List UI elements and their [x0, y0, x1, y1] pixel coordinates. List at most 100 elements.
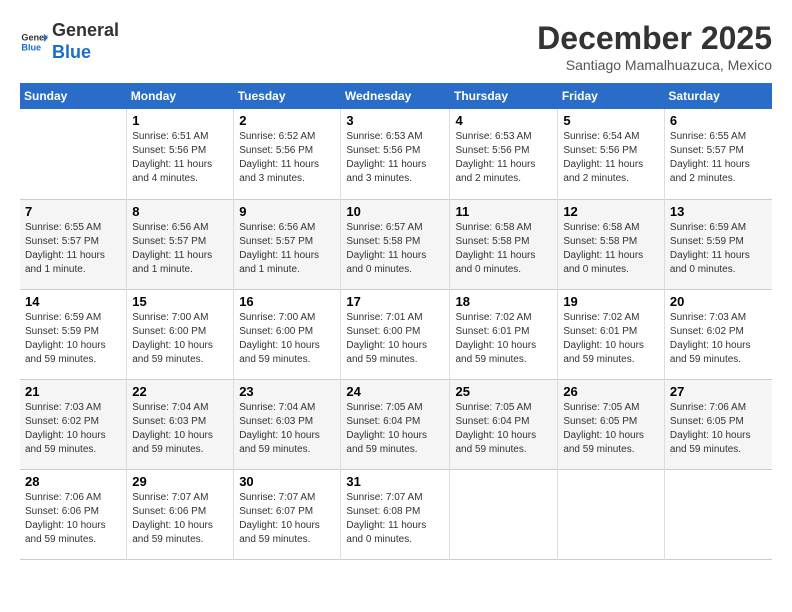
day-number: 31 [346, 474, 444, 489]
day-number: 11 [455, 204, 552, 219]
calendar-cell: 7 Sunrise: 6:55 AM Sunset: 5:57 PM Daylig… [20, 199, 127, 289]
calendar-cell: 8 Sunrise: 6:56 AM Sunset: 5:57 PM Daylig… [127, 199, 234, 289]
calendar-cell: 29 Sunrise: 7:07 AM Sunset: 6:06 PM Dayli… [127, 469, 234, 559]
calendar-cell: 22 Sunrise: 7:04 AM Sunset: 6:03 PM Dayli… [127, 379, 234, 469]
day-number: 4 [455, 113, 552, 128]
calendar-cell: 6 Sunrise: 6:55 AM Sunset: 5:57 PM Daylig… [664, 109, 772, 199]
day-number: 25 [455, 384, 552, 399]
calendar-cell [664, 469, 772, 559]
weekday-header-sunday: Sunday [20, 83, 127, 109]
cell-info: Sunrise: 7:07 AM Sunset: 6:06 PM Dayligh… [132, 491, 228, 547]
day-number: 1 [132, 113, 228, 128]
cell-info: Sunrise: 6:58 AM Sunset: 5:58 PM Dayligh… [455, 221, 552, 277]
cell-info: Sunrise: 7:04 AM Sunset: 6:03 PM Dayligh… [132, 401, 228, 457]
calendar-cell: 14 Sunrise: 6:59 AM Sunset: 5:59 PM Dayli… [20, 289, 127, 379]
calendar-cell: 10Sunrise: 6:57 AM Sunset: 5:58 PM Dayli… [341, 199, 450, 289]
cell-info: Sunrise: 7:03 AM Sunset: 6:02 PM Dayligh… [25, 401, 121, 457]
day-number: 5 [563, 113, 659, 128]
title-block: December 2025 Santiago Mamalhuazuca, Mex… [537, 20, 772, 73]
day-number: 21 [25, 384, 121, 399]
day-number: 7 [25, 204, 121, 219]
cell-info: Sunrise: 6:59 AM Sunset: 5:59 PM Dayligh… [670, 221, 767, 277]
calendar-cell: 27Sunrise: 7:06 AM Sunset: 6:05 PM Dayli… [664, 379, 772, 469]
day-number: 8 [132, 204, 228, 219]
calendar-cell: 31 Sunrise: 7:07 AM Sunset: 6:08 PM Dayli… [341, 469, 450, 559]
cell-info: Sunrise: 7:06 AM Sunset: 6:06 PM Dayligh… [25, 491, 121, 547]
calendar-cell: 20 Sunrise: 7:03 AM Sunset: 6:02 PM Dayli… [664, 289, 772, 379]
day-number: 3 [346, 113, 444, 128]
calendar-week-row: 28Sunrise: 7:06 AM Sunset: 6:06 PM Dayli… [20, 469, 772, 559]
calendar-cell: 24Sunrise: 7:05 AM Sunset: 6:04 PM Dayli… [341, 379, 450, 469]
calendar-cell [450, 469, 558, 559]
day-number: 26 [563, 384, 659, 399]
cell-info: Sunrise: 6:51 AM Sunset: 5:56 PM Dayligh… [132, 130, 228, 186]
cell-info: Sunrise: 6:58 AM Sunset: 5:58 PM Dayligh… [563, 221, 659, 277]
calendar-cell: 9Sunrise: 6:56 AM Sunset: 5:57 PM Daylig… [234, 199, 341, 289]
day-number: 10 [346, 204, 444, 219]
cell-info: Sunrise: 6:55 AM Sunset: 5:57 PM Dayligh… [670, 130, 767, 186]
day-number: 23 [239, 384, 335, 399]
day-number: 9 [239, 204, 335, 219]
cell-info: Sunrise: 6:55 AM Sunset: 5:57 PM Dayligh… [25, 221, 121, 277]
calendar-cell [558, 469, 665, 559]
page-header: General Blue General Blue December 2025 … [20, 20, 772, 73]
location-subtitle: Santiago Mamalhuazuca, Mexico [537, 57, 772, 73]
cell-info: Sunrise: 7:07 AM Sunset: 6:07 PM Dayligh… [239, 491, 335, 547]
calendar-cell: 23Sunrise: 7:04 AM Sunset: 6:03 PM Dayli… [234, 379, 341, 469]
weekday-header-wednesday: Wednesday [341, 83, 450, 109]
calendar-cell: 25 Sunrise: 7:05 AM Sunset: 6:04 PM Dayli… [450, 379, 558, 469]
calendar-cell: 26 Sunrise: 7:05 AM Sunset: 6:05 PM Dayli… [558, 379, 665, 469]
day-number: 18 [455, 294, 552, 309]
weekday-header-thursday: Thursday [450, 83, 558, 109]
cell-info: Sunrise: 6:53 AM Sunset: 5:56 PM Dayligh… [455, 130, 552, 186]
cell-info: Sunrise: 6:54 AM Sunset: 5:56 PM Dayligh… [563, 130, 659, 186]
cell-info: Sunrise: 6:52 AM Sunset: 5:56 PM Dayligh… [239, 130, 335, 186]
cell-info: Sunrise: 7:03 AM Sunset: 6:02 PM Dayligh… [670, 311, 767, 367]
cell-info: Sunrise: 6:59 AM Sunset: 5:59 PM Dayligh… [25, 311, 121, 367]
calendar-cell [20, 109, 127, 199]
cell-info: Sunrise: 7:00 AM Sunset: 6:00 PM Dayligh… [132, 311, 228, 367]
day-number: 19 [563, 294, 659, 309]
logo: General Blue General Blue [20, 20, 119, 63]
day-number: 22 [132, 384, 228, 399]
weekday-header-saturday: Saturday [664, 83, 772, 109]
cell-info: Sunrise: 7:05 AM Sunset: 6:05 PM Dayligh… [563, 401, 659, 457]
calendar-cell: 13 Sunrise: 6:59 AM Sunset: 5:59 PM Dayli… [664, 199, 772, 289]
calendar-week-row: 1 Sunrise: 6:51 AM Sunset: 5:56 PM Daylig… [20, 109, 772, 199]
day-number: 6 [670, 113, 767, 128]
day-number: 12 [563, 204, 659, 219]
cell-info: Sunrise: 7:05 AM Sunset: 6:04 PM Dayligh… [455, 401, 552, 457]
day-number: 29 [132, 474, 228, 489]
calendar-cell: 16Sunrise: 7:00 AM Sunset: 6:00 PM Dayli… [234, 289, 341, 379]
calendar-table: SundayMondayTuesdayWednesdayThursdayFrid… [20, 83, 772, 560]
day-number: 14 [25, 294, 121, 309]
calendar-cell: 18 Sunrise: 7:02 AM Sunset: 6:01 PM Dayli… [450, 289, 558, 379]
day-number: 30 [239, 474, 335, 489]
weekday-header-row: SundayMondayTuesdayWednesdayThursdayFrid… [20, 83, 772, 109]
calendar-cell: 12 Sunrise: 6:58 AM Sunset: 5:58 PM Dayli… [558, 199, 665, 289]
day-number: 17 [346, 294, 444, 309]
day-number: 13 [670, 204, 767, 219]
calendar-cell: 28Sunrise: 7:06 AM Sunset: 6:06 PM Dayli… [20, 469, 127, 559]
calendar-week-row: 21 Sunrise: 7:03 AM Sunset: 6:02 PM Dayli… [20, 379, 772, 469]
calendar-cell: 30 Sunrise: 7:07 AM Sunset: 6:07 PM Dayli… [234, 469, 341, 559]
svg-text:Blue: Blue [21, 42, 41, 52]
day-number: 24 [346, 384, 444, 399]
cell-info: Sunrise: 6:53 AM Sunset: 5:56 PM Dayligh… [346, 130, 444, 186]
calendar-cell: 21 Sunrise: 7:03 AM Sunset: 6:02 PM Dayli… [20, 379, 127, 469]
weekday-header-friday: Friday [558, 83, 665, 109]
month-title: December 2025 [537, 20, 772, 57]
weekday-header-tuesday: Tuesday [234, 83, 341, 109]
logo-text: General Blue [52, 20, 119, 63]
cell-info: Sunrise: 6:56 AM Sunset: 5:57 PM Dayligh… [132, 221, 228, 277]
calendar-cell: 3 Sunrise: 6:53 AM Sunset: 5:56 PM Daylig… [341, 109, 450, 199]
day-number: 15 [132, 294, 228, 309]
cell-info: Sunrise: 7:02 AM Sunset: 6:01 PM Dayligh… [455, 311, 552, 367]
calendar-week-row: 14 Sunrise: 6:59 AM Sunset: 5:59 PM Dayli… [20, 289, 772, 379]
calendar-week-row: 7 Sunrise: 6:55 AM Sunset: 5:57 PM Daylig… [20, 199, 772, 289]
day-number: 20 [670, 294, 767, 309]
day-number: 2 [239, 113, 335, 128]
day-number: 27 [670, 384, 767, 399]
cell-info: Sunrise: 7:07 AM Sunset: 6:08 PM Dayligh… [346, 491, 444, 547]
calendar-cell: 5 Sunrise: 6:54 AM Sunset: 5:56 PM Daylig… [558, 109, 665, 199]
